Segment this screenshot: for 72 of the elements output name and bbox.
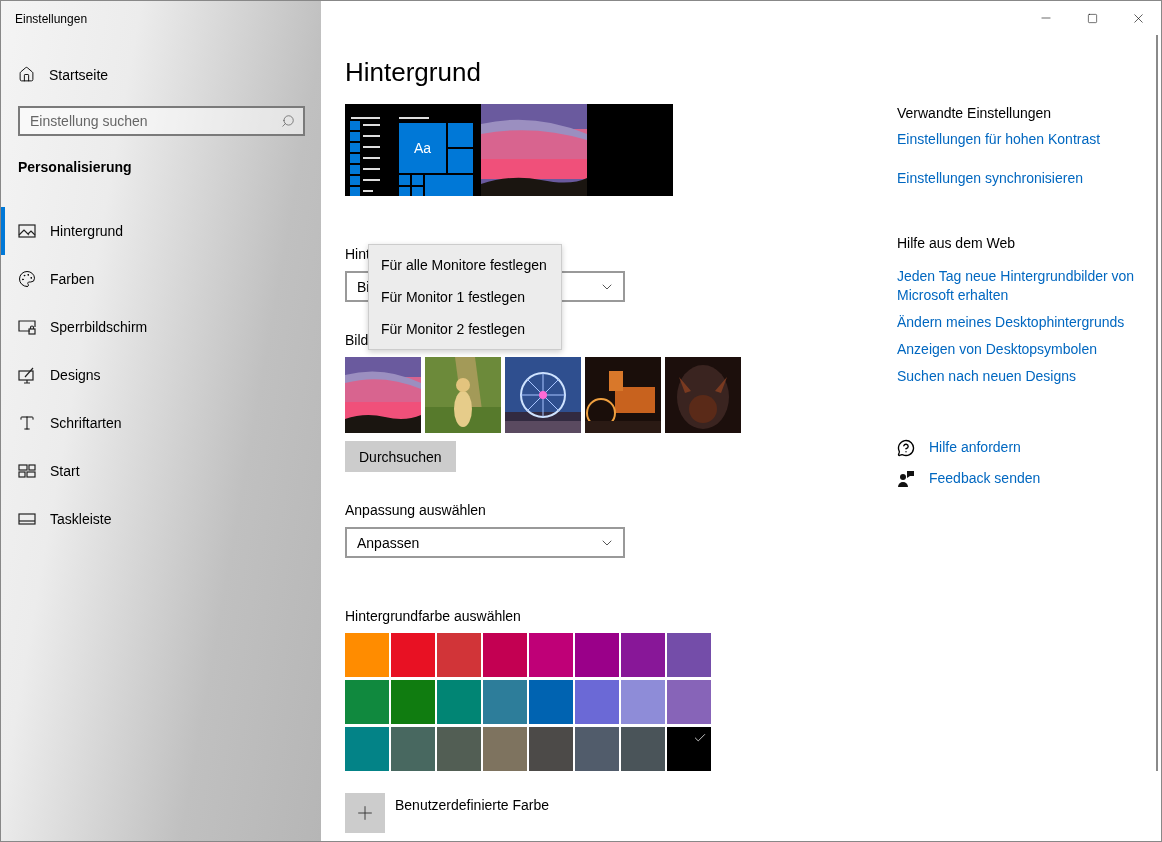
help-icon — [897, 438, 915, 457]
link[interactable]: Anzeigen von Desktopsymbolen — [897, 340, 1097, 359]
custom-color-label: Benutzerdefinierte Farbe — [395, 797, 550, 813]
color-swatch[interactable] — [483, 680, 527, 724]
section-heading: Hilfe aus dem Web — [897, 235, 1015, 251]
nav-item[interactable]: Hintergrund — [1, 207, 321, 255]
check-icon — [693, 731, 707, 745]
link[interactable]: Feedback senden — [929, 469, 1041, 488]
search-field[interactable]: Einstellung suchen — [18, 106, 305, 136]
color-swatch[interactable] — [437, 680, 481, 724]
link[interactable]: Ändern meines Desktophintergrunds — [897, 313, 1125, 332]
palette-icon — [18, 270, 36, 288]
color-swatch[interactable] — [529, 727, 573, 771]
window-title: Einstellungen — [15, 12, 88, 26]
nav-item[interactable]: Sperrbildschirm — [1, 303, 321, 351]
color-swatch[interactable] — [621, 680, 665, 724]
scroll-bar[interactable] — [1156, 35, 1158, 771]
color-swatch[interactable] — [345, 727, 389, 771]
maximize-icon — [1086, 12, 1098, 24]
home-icon — [18, 66, 35, 83]
add-color-button[interactable] — [345, 793, 385, 833]
image-icon — [18, 222, 36, 240]
menu-item[interactable]: Für alle Monitore festlegen — [369, 249, 561, 281]
nav-item[interactable]: Start — [1, 447, 321, 495]
nav-item[interactable]: Designs — [1, 351, 321, 399]
menu-item[interactable]: Für Monitor 1 festlegen — [369, 281, 561, 313]
taskbar-icon — [18, 510, 36, 528]
link[interactable]: Einstellungen für hohen Kontrast — [897, 130, 1101, 149]
page-title: Hintergrund — [345, 57, 481, 88]
link[interactable]: Einstellungen synchronisieren — [897, 169, 1083, 188]
home-link[interactable]: Startseite — [18, 66, 321, 83]
color-swatch[interactable] — [391, 680, 435, 724]
color-swatch[interactable] — [437, 727, 481, 771]
color-swatch[interactable] — [667, 680, 711, 724]
color-swatch[interactable] — [391, 727, 435, 771]
menu-item[interactable]: Für Monitor 2 festlegen — [369, 313, 561, 345]
color-swatch[interactable] — [345, 680, 389, 724]
color-swatch[interactable] — [345, 633, 389, 677]
color-swatch[interactable] — [483, 727, 527, 771]
color-swatch[interactable] — [437, 633, 481, 677]
link[interactable]: Hilfe anfordern — [929, 438, 1021, 457]
nav-item[interactable]: Farben — [1, 255, 321, 303]
color-swatch[interactable] — [391, 633, 435, 677]
home-label: Startseite — [49, 66, 109, 83]
color-swatch[interactable] — [483, 633, 527, 677]
nav-item[interactable]: Taskleiste — [1, 495, 321, 543]
lock-screen-icon — [18, 318, 36, 336]
link[interactable]: Suchen nach neuen Designs — [897, 367, 1077, 386]
feedback-person-icon — [897, 469, 915, 488]
tile-label: Aa — [399, 123, 446, 173]
color-swatch[interactable] — [575, 727, 619, 771]
field-label: Anpassung auswählen — [345, 502, 486, 518]
browse-button[interactable]: Durchsuchen — [345, 441, 456, 472]
color-swatch[interactable] — [621, 633, 665, 677]
section-heading: Verwandte Einstellungen — [897, 105, 1052, 121]
color-swatch[interactable] — [667, 633, 711, 677]
nav-item[interactable]: Schriftarten — [1, 399, 321, 447]
color-swatch[interactable] — [575, 680, 619, 724]
tiles-icon — [18, 462, 36, 480]
field-label: Hintergrundfarbe auswählen — [345, 608, 521, 624]
color-swatch[interactable] — [529, 680, 573, 724]
field-label: Bild — [345, 332, 369, 348]
brush-monitor-icon — [18, 366, 36, 384]
section-heading: Personalisierung — [18, 159, 132, 175]
color-swatch[interactable] — [529, 633, 573, 677]
font-icon — [18, 414, 36, 432]
color-swatch[interactable] — [621, 727, 665, 771]
color-swatch[interactable] — [667, 727, 711, 771]
search-icon — [281, 114, 295, 128]
link[interactable]: Jeden Tag neue Hintergrundbilder von Microsoft erhalten — [897, 267, 1142, 305]
fit-dropdown[interactable]: Anpassen — [345, 527, 625, 558]
color-swatch[interactable] — [575, 633, 619, 677]
